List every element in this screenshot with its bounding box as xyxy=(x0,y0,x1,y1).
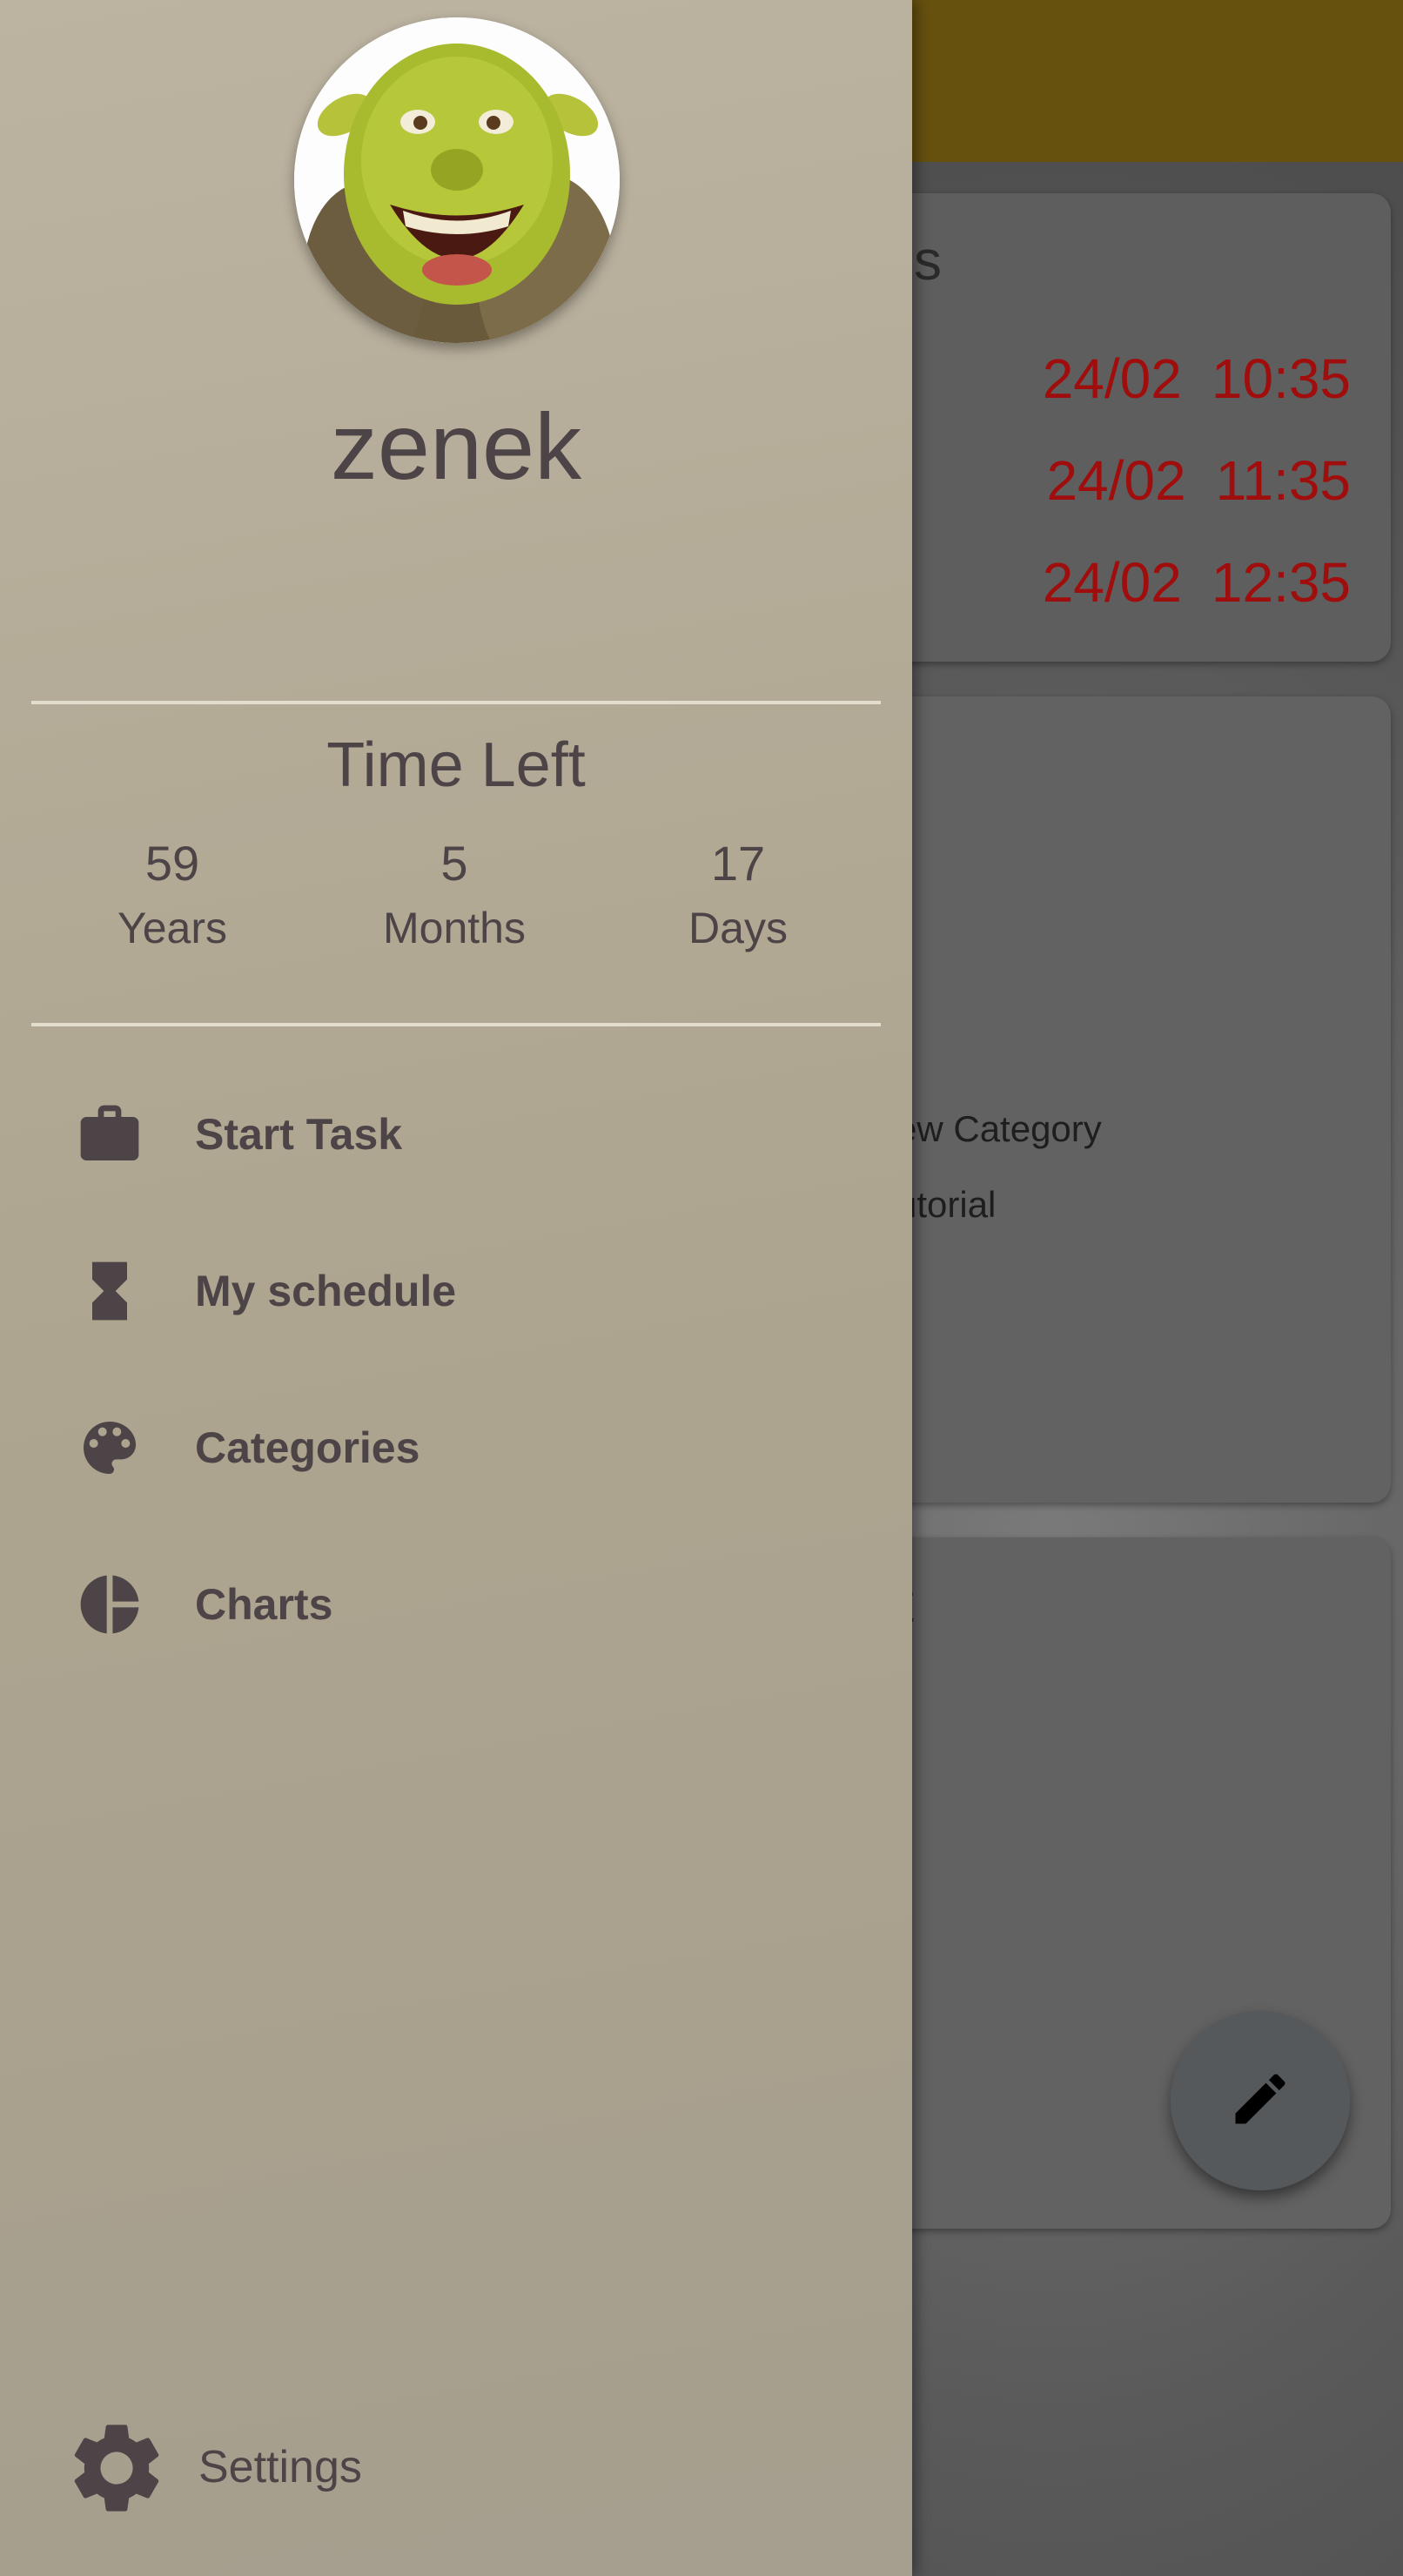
username: zenek xyxy=(330,393,582,499)
time-left-years: 59 Years xyxy=(59,832,285,961)
profile-avatar[interactable] xyxy=(294,17,620,343)
time-left-unit: Months xyxy=(383,904,526,952)
hourglass-icon xyxy=(73,1254,146,1328)
menu-item-start-task[interactable]: Start Task xyxy=(0,1060,912,1208)
edit-fab-button[interactable] xyxy=(1171,2011,1350,2190)
settings-label: Settings xyxy=(198,2442,362,2492)
schedule-date: 24/02 xyxy=(1042,347,1182,410)
palette-icon xyxy=(73,1411,146,1484)
menu-item-categories[interactable]: Categories xyxy=(0,1374,912,1522)
time-left-unit: Years xyxy=(117,904,228,952)
schedule-time: 10:35 xyxy=(1211,347,1351,410)
navigation-drawer: zenek Time Left 59 Years 5 Months 17 Day… xyxy=(0,0,912,2576)
menu-item-label: Categories xyxy=(195,1423,420,1472)
category-row[interactable]: ew Category xyxy=(896,1108,1102,1150)
schedule-time: 12:35 xyxy=(1211,551,1351,614)
menu-item-label: Start Task xyxy=(195,1110,403,1159)
schedule-time: 11:35 xyxy=(1215,449,1351,512)
time-left-days: 17 Days xyxy=(625,832,851,961)
settings-button[interactable]: Settings xyxy=(0,2403,522,2533)
time-left-unit: Days xyxy=(688,904,788,952)
divider xyxy=(31,1023,881,1026)
menu-item-label: My schedule xyxy=(195,1267,457,1315)
time-left-title: Time Left xyxy=(326,730,586,800)
schedule-date: 24/02 xyxy=(1046,449,1186,512)
pie-chart-icon xyxy=(73,1568,146,1641)
time-left-months: 5 Months xyxy=(341,832,567,961)
time-left-value: 5 xyxy=(440,836,468,891)
time-left-value: 59 xyxy=(144,836,200,891)
briefcase-icon xyxy=(73,1098,146,1171)
divider xyxy=(31,701,881,704)
pencil-icon xyxy=(1227,2066,1293,2136)
menu-item-my-schedule[interactable]: My schedule xyxy=(0,1217,912,1365)
menu-item-charts[interactable]: Charts xyxy=(0,1530,912,1678)
schedule-row[interactable]: 24/02 11:35 xyxy=(1017,448,1351,513)
menu-item-label: Charts xyxy=(195,1580,333,1629)
schedule-date: 24/02 xyxy=(1042,551,1182,614)
time-left-value: 17 xyxy=(710,836,766,891)
gear-icon xyxy=(63,2414,171,2522)
schedule-row[interactable]: 24/02 12:35 xyxy=(1013,550,1351,615)
schedule-card-title: s xyxy=(914,229,942,292)
schedule-row[interactable]: 24/02 10:35 xyxy=(1013,346,1351,411)
